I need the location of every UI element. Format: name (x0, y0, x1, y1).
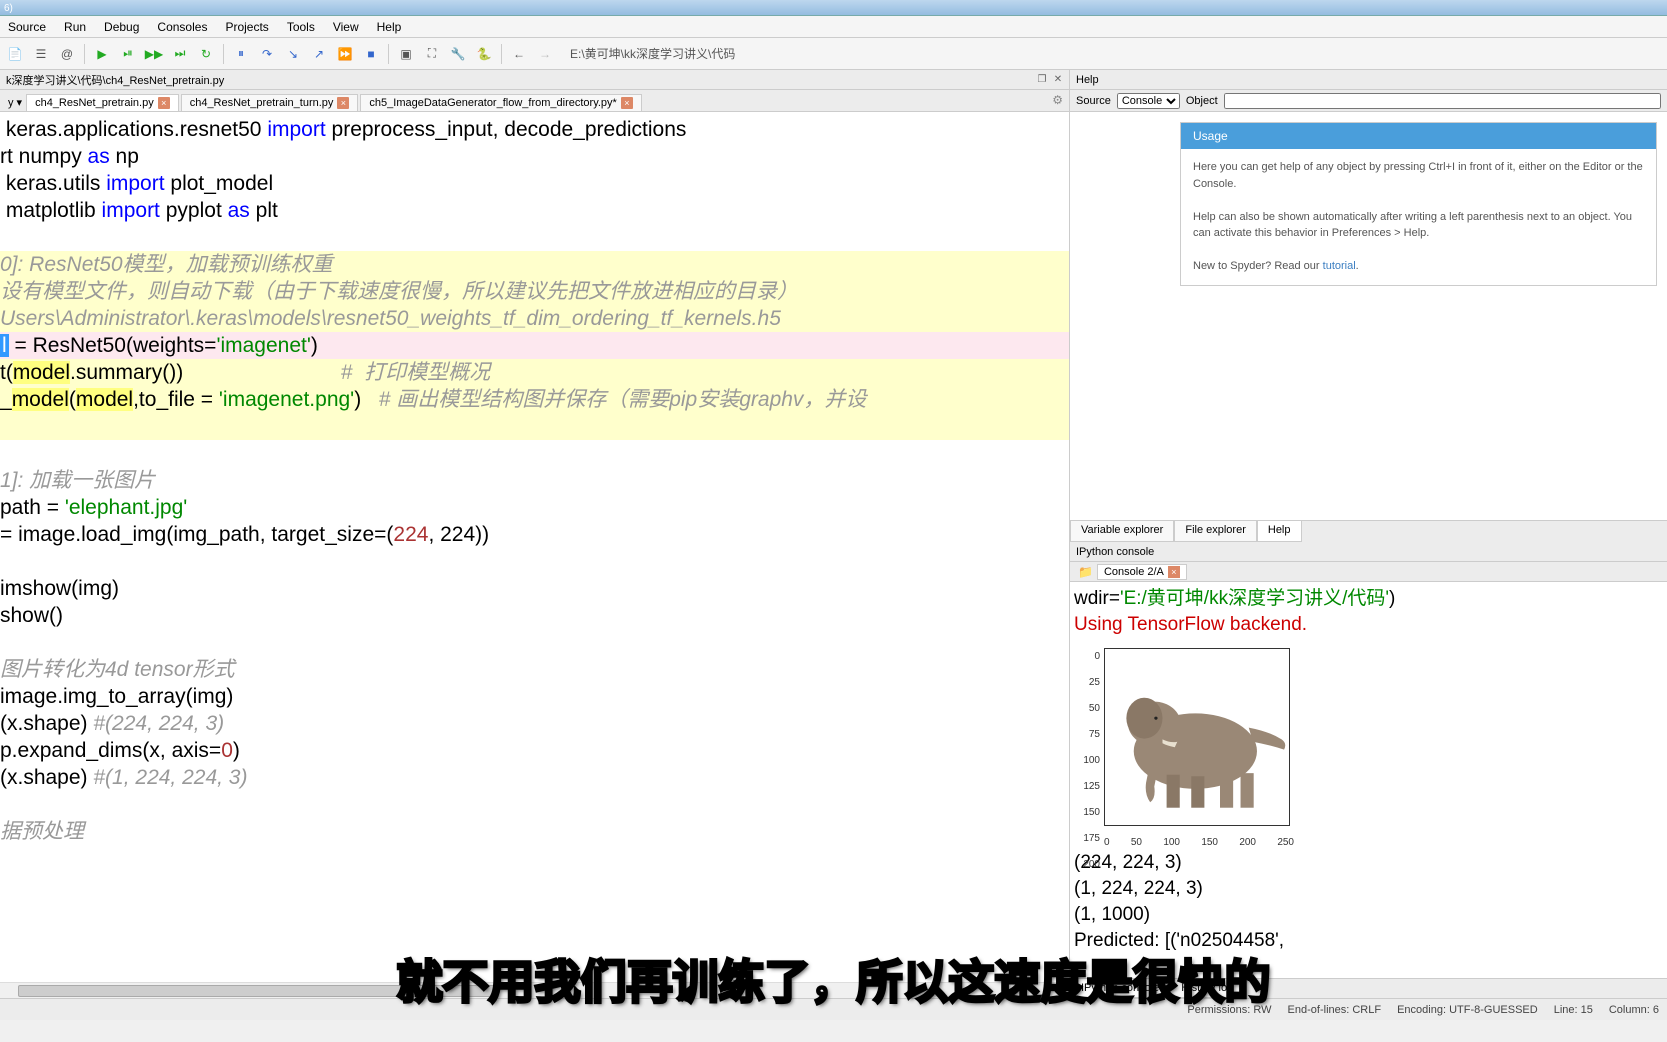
usage-title: Usage (1181, 123, 1656, 149)
right-pane-tabs: Variable explorer File explorer Help (1070, 520, 1667, 542)
help-pane-title: Help (1070, 70, 1667, 90)
cell-icon[interactable]: @ (56, 43, 78, 65)
menu-projects[interactable]: Projects (225, 20, 268, 34)
close-icon[interactable]: × (621, 97, 633, 109)
run-cell-icon[interactable]: ⏯ (117, 43, 139, 65)
run-icon[interactable]: ▶ (91, 43, 113, 65)
code-editor[interactable]: keras.applications.resnet50 import prepr… (0, 112, 1069, 982)
menu-debug[interactable]: Debug (104, 20, 139, 34)
object-label: Object (1186, 95, 1218, 107)
tutorial-link[interactable]: tutorial (1323, 260, 1356, 272)
stop-icon[interactable]: ■ (360, 43, 382, 65)
ipython-console[interactable]: wdir='E:/黄可坤/kk深度学习讲义/代码') Using TensorF… (1070, 582, 1667, 978)
source-select[interactable]: Console (1117, 93, 1180, 109)
status-line: Line: 15 (1554, 1004, 1593, 1016)
status-eol: End-of-lines: CRLF (1288, 1004, 1382, 1016)
run-step-icon[interactable]: ⏭ (169, 43, 191, 65)
step-out-icon[interactable]: ↗ (308, 43, 330, 65)
editor-breadcrumb: k深度学习讲义\代码\ch4_ResNet_pretrain.py ❐ ✕ (0, 70, 1069, 90)
menu-tools[interactable]: Tools (287, 20, 315, 34)
backend-msg: Using TensorFlow backend. (1074, 612, 1663, 638)
plot-image (1104, 648, 1290, 826)
tab-3[interactable]: ch5_ImageDataGenerator_flow_from_directo… (360, 94, 641, 111)
menu-source[interactable]: Source (8, 20, 46, 34)
step-into-icon[interactable]: ↘ (282, 43, 304, 65)
tab-file-explorer[interactable]: File explorer (1174, 521, 1257, 542)
elephant-plot: 0255075100125150175200 (1074, 644, 1663, 844)
restore-icon[interactable]: ❐ (1035, 73, 1049, 87)
menu-run[interactable]: Run (64, 20, 86, 34)
python-icon[interactable]: 🐍 (473, 43, 495, 65)
tab-2[interactable]: ch4_ResNet_pretrain_turn.py× (181, 94, 359, 111)
run-selection-icon[interactable]: ▶▶ (143, 43, 165, 65)
menu-help[interactable]: Help (377, 20, 402, 34)
shape-1: (224, 224, 3) (1074, 850, 1663, 876)
shape-3: (1, 1000) (1074, 902, 1663, 928)
close-icon[interactable]: × (158, 97, 170, 109)
layout-icon[interactable]: ▣ (395, 43, 417, 65)
refresh-icon[interactable]: ↻ (195, 43, 217, 65)
maximize-icon[interactable]: ⛶ (421, 43, 443, 65)
usage-text-1: Here you can get help of any object by p… (1193, 159, 1644, 192)
continue-icon[interactable]: ⏩ (334, 43, 356, 65)
help-toolbar: Source Console Object (1070, 90, 1667, 112)
list-icon[interactable]: ☰ (30, 43, 52, 65)
step-over-icon[interactable]: ↷ (256, 43, 278, 65)
close-icon[interactable]: × (1168, 566, 1180, 578)
shape-2: (1, 224, 224, 3) (1074, 876, 1663, 902)
status-enc: Encoding: UTF-8-GUESSED (1397, 1004, 1538, 1016)
object-input[interactable] (1224, 93, 1661, 109)
tab-dropdown-icon[interactable]: y ▾ (4, 94, 26, 111)
main-toolbar: 📄 ☰ @ ▶ ⏯ ▶▶ ⏭ ↻ ⏸ ↷ ↘ ↗ ⏩ ■ ▣ ⛶ 🔧 🐍 ← →… (0, 38, 1667, 70)
console-tabs: 📁 Console 2/A× (1070, 562, 1667, 582)
usage-text-2: Help can also be shown automatically aft… (1193, 209, 1644, 242)
gear-icon[interactable]: ⚙ (1052, 93, 1063, 107)
menu-consoles[interactable]: Consoles (157, 20, 207, 34)
close-icon[interactable]: × (337, 97, 349, 109)
console-tab-1[interactable]: Console 2/A× (1097, 564, 1187, 580)
forward-icon[interactable]: → (534, 43, 556, 65)
window-titlebar: 6) (0, 0, 1667, 16)
menu-view[interactable]: View (333, 20, 359, 34)
source-label: Source (1076, 95, 1111, 107)
console-folder-icon[interactable]: 📁 (1074, 565, 1097, 579)
debug-icon[interactable]: ⏸ (230, 43, 252, 65)
usage-text-3: New to Spyder? Read our tutorial. (1193, 258, 1644, 275)
new-file-icon[interactable]: 📄 (4, 43, 26, 65)
editor-tabs: y ▾ ch4_ResNet_pretrain.py× ch4_ResNet_p… (0, 90, 1069, 112)
close-pane-icon[interactable]: ✕ (1051, 73, 1065, 87)
tab-1[interactable]: ch4_ResNet_pretrain.py× (26, 94, 179, 111)
menubar: Source Run Debug Consoles Projects Tools… (0, 16, 1667, 38)
help-content: Usage Here you can get help of any objec… (1070, 112, 1667, 520)
ipython-title: IPython console (1070, 542, 1667, 562)
tab-help[interactable]: Help (1257, 521, 1302, 542)
back-icon[interactable]: ← (508, 43, 530, 65)
video-subtitle: 就不用我们再训练了，所以这速度是很快的 (397, 946, 1271, 1012)
wrench-icon[interactable]: 🔧 (447, 43, 469, 65)
status-col: Column: 6 (1609, 1004, 1659, 1016)
tab-variable-explorer[interactable]: Variable explorer (1070, 521, 1174, 542)
address-bar[interactable]: E:\黄可坤\kk深度学习讲义\代码 (560, 45, 1663, 62)
